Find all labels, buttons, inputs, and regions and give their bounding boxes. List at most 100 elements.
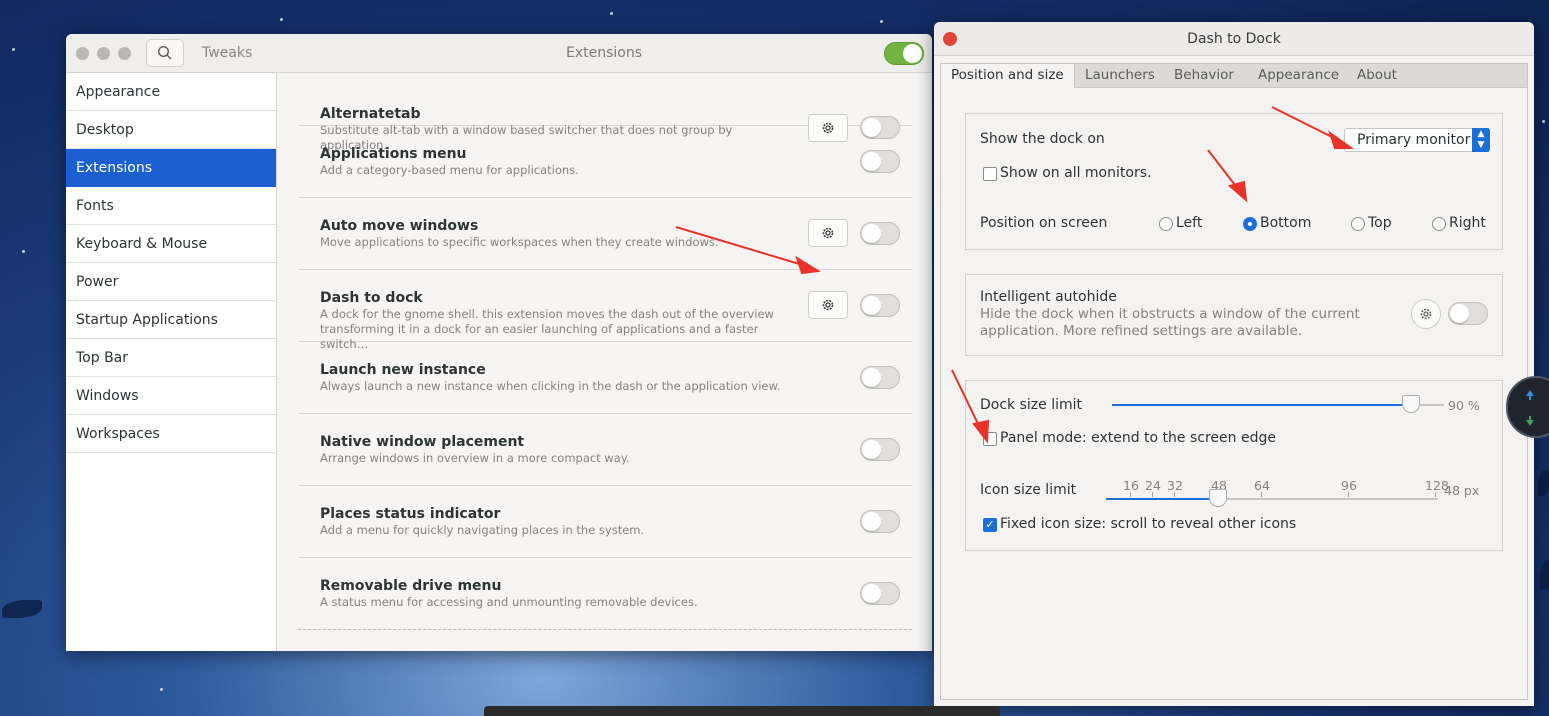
close-button[interactable] — [76, 47, 89, 60]
sidebar-item-fonts[interactable]: Fonts — [66, 187, 276, 225]
position-left-radio[interactable] — [1159, 217, 1173, 231]
extension-name: Native window placement — [320, 434, 525, 450]
icon-size-mark: 32 — [1167, 478, 1183, 493]
extension-row: Applications menu Add a category-based m… — [298, 126, 912, 198]
app-name: Tweaks — [202, 45, 253, 61]
extension-settings-button[interactable] — [808, 291, 848, 319]
icon-size-mark: 64 — [1254, 478, 1270, 493]
extension-toggle[interactable] — [860, 366, 900, 389]
sidebar: Appearance Desktop Extensions Fonts Keyb… — [66, 73, 277, 651]
wallpaper-star — [280, 18, 283, 21]
sidebar-item-appearance[interactable]: Appearance — [66, 73, 276, 111]
extension-row: Places status indicator Add a menu for q… — [298, 486, 912, 558]
sidebar-item-keyboard-mouse[interactable]: Keyboard & Mouse — [66, 225, 276, 263]
wallpaper-star — [1542, 120, 1545, 123]
monitor-select[interactable]: Primary monitor ▲ ▼ — [1344, 128, 1490, 152]
extension-toggle[interactable] — [860, 150, 900, 173]
extension-name: Alternatetab — [320, 106, 421, 122]
slider-tick — [1261, 492, 1262, 497]
chevron-updown-icon: ▲ ▼ — [1472, 128, 1490, 152]
position-bottom-label: Bottom — [1260, 215, 1312, 231]
extension-name: Applications menu — [320, 146, 467, 162]
extension-description: Always launch a new instance when clicki… — [320, 379, 781, 393]
slider-tick — [1174, 492, 1175, 497]
show-all-monitors-label: Show on all monitors. — [1000, 165, 1152, 181]
autohide-label: Intelligent autohide — [980, 289, 1117, 305]
extension-description: Move applications to specific workspaces… — [320, 235, 719, 249]
extension-settings-button[interactable] — [808, 219, 848, 247]
tab-position-and-size[interactable]: Position and size — [941, 64, 1075, 88]
slider-tick — [1435, 492, 1436, 497]
extension-toggle[interactable] — [860, 510, 900, 533]
tweaks-window: Tweaks Extensions Appearance Desktop Ext… — [66, 34, 932, 651]
extension-name: Removable drive menu — [320, 578, 502, 594]
extension-row: Alternatetab Substitute alt-tab with a w… — [298, 34, 912, 152]
position-right-radio[interactable] — [1432, 217, 1446, 231]
extension-name: Places status indicator — [320, 506, 501, 522]
extension-name: Auto move windows — [320, 218, 479, 234]
autohide-toggle[interactable] — [1448, 302, 1488, 325]
icon-size-slider-fill — [1106, 498, 1218, 500]
switch-knob — [862, 224, 881, 243]
tab-bar: Position and size Launchers Behavior App… — [940, 63, 1528, 88]
slider-tick — [1348, 492, 1349, 497]
icon-size-value: 48 px — [1444, 483, 1480, 498]
switch-knob — [862, 368, 881, 387]
wallpaper-leaf — [1540, 560, 1549, 590]
sidebar-item-windows[interactable]: Windows — [66, 377, 276, 415]
maximize-button[interactable] — [118, 47, 131, 60]
autohide-settings-button[interactable] — [1411, 299, 1441, 329]
extension-toggle[interactable] — [860, 222, 900, 245]
dock — [484, 706, 1000, 716]
sidebar-item-startup-applications[interactable]: Startup Applications — [66, 301, 276, 339]
icon-size-mark: 96 — [1341, 478, 1357, 493]
tab-behavior[interactable]: Behavior — [1164, 64, 1244, 88]
extension-row: Dash to dock A dock for the gnome shell.… — [298, 270, 912, 351]
wallpaper-star — [160, 688, 163, 691]
wallpaper-star — [880, 20, 883, 23]
position-top-radio[interactable] — [1351, 217, 1365, 231]
sidebar-item-top-bar[interactable]: Top Bar — [66, 339, 276, 377]
tab-page-position-and-size: Show the dock on Primary monitor ▲ ▼ Show… — [940, 88, 1528, 700]
dash-to-dock-window: Dash to Dock Position and size Launchers… — [934, 22, 1534, 706]
size-frame: Dock size limit 90 % Panel mode: extend … — [965, 380, 1503, 551]
wallpaper-star — [610, 12, 613, 15]
extension-description: A status menu for accessing and unmounti… — [320, 595, 698, 609]
extension-toggle[interactable] — [860, 438, 900, 461]
panel-mode-label: Panel mode: extend to the screen edge — [1000, 430, 1276, 446]
sidebar-item-workspaces[interactable]: Workspaces — [66, 415, 276, 453]
minimize-button[interactable] — [97, 47, 110, 60]
autohide-frame: Intelligent autohide Hide the dock when … — [965, 274, 1503, 356]
tab-launchers[interactable]: Launchers — [1075, 64, 1165, 88]
wallpaper-leaf — [1538, 470, 1549, 496]
slider-tick — [1152, 492, 1153, 497]
switch-knob — [862, 512, 881, 531]
switch-knob — [862, 296, 881, 315]
autohide-description: Hide the dock when it obstructs a window… — [980, 306, 1360, 339]
sidebar-item-power[interactable]: Power — [66, 263, 276, 301]
show-all-monitors-checkbox[interactable] — [983, 167, 997, 181]
sidebar-item-extensions[interactable]: Extensions — [66, 149, 276, 187]
sidebar-item-desktop[interactable]: Desktop — [66, 111, 276, 149]
extension-row: Auto move windows Move applications to s… — [298, 198, 912, 270]
extension-row: Native window placement Arrange windows … — [298, 414, 912, 486]
fixed-icon-size-checkbox[interactable]: ✓ — [983, 518, 997, 532]
position-top-label: Top — [1368, 215, 1392, 231]
search-button[interactable] — [146, 39, 184, 67]
monitor-select-value: Primary monitor — [1357, 132, 1471, 148]
position-bottom-radio[interactable] — [1243, 217, 1257, 231]
extension-toggle[interactable] — [860, 294, 900, 317]
window-title: Dash to Dock — [1187, 31, 1281, 47]
tab-appearance[interactable]: Appearance — [1248, 64, 1349, 88]
extension-description: Add a category-based menu for applicatio… — [320, 163, 579, 177]
extension-toggle[interactable] — [860, 582, 900, 605]
icon-size-mark: 16 — [1123, 478, 1139, 493]
dock-size-slider-thumb[interactable] — [1401, 395, 1420, 413]
wallpaper-leaf — [2, 600, 42, 618]
extension-description: Arrange windows in overview in a more co… — [320, 451, 630, 465]
icon-size-slider-thumb[interactable] — [1209, 489, 1227, 507]
panel-mode-checkbox[interactable] — [983, 432, 997, 446]
tab-about[interactable]: About — [1347, 64, 1407, 88]
extension-name: Dash to dock — [320, 290, 423, 306]
switch-knob — [862, 584, 881, 603]
